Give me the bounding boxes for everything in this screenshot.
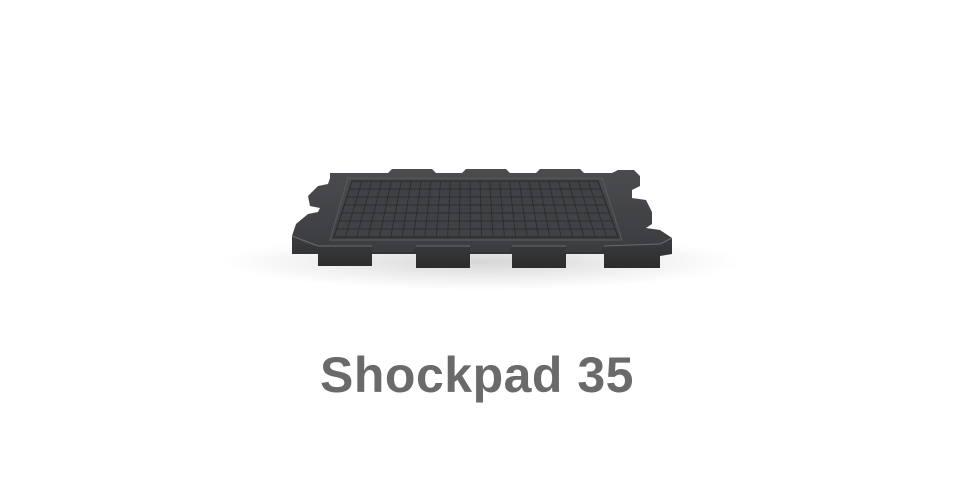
tile-grid <box>334 181 618 237</box>
product-title: Shockpad 35 <box>0 340 954 410</box>
